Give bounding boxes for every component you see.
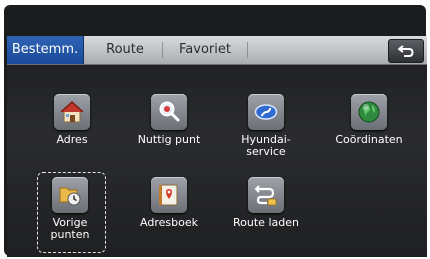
menu-item-label: Adresboek xyxy=(140,216,198,229)
menu-item-adresboek[interactable]: Adresboek xyxy=(124,177,214,237)
tab-route[interactable]: Route xyxy=(89,36,161,64)
tab-favoriet[interactable]: Favoriet xyxy=(165,36,245,64)
globe-icon xyxy=(351,94,387,130)
hyundai-logo-icon xyxy=(248,94,284,130)
navigation-screen: Bestemm. Route Favoriet Adres Nuttig pun… xyxy=(7,36,427,257)
menu-item-route-laden[interactable]: Route laden xyxy=(221,177,311,237)
house-icon xyxy=(54,94,90,130)
menu-item-adres[interactable]: Adres xyxy=(27,94,117,154)
address-book-icon xyxy=(151,177,187,213)
menu-item-label: Route laden xyxy=(233,216,299,229)
menu-item-coordinaten[interactable]: Coördinaten xyxy=(324,94,414,154)
route-load-icon xyxy=(248,177,284,213)
menu-item-label: Nuttig punt xyxy=(137,133,201,146)
menu-item-label-line: service xyxy=(246,145,286,158)
tab-bestemm[interactable]: Bestemm. xyxy=(7,36,84,64)
tab-divider xyxy=(162,42,163,58)
tab-divider xyxy=(247,42,248,58)
magnifier-icon xyxy=(151,94,187,130)
menu-item-label: Hyundai- service xyxy=(221,134,311,158)
back-arrow-icon xyxy=(398,45,414,57)
menu-item-nuttig-punt[interactable]: Nuttig punt xyxy=(124,94,214,154)
back-button[interactable] xyxy=(388,39,424,63)
menu-item-vorige-punten[interactable]: Vorige punten xyxy=(25,177,115,249)
menu-item-label: Coördinaten xyxy=(335,133,403,146)
history-folder-icon xyxy=(52,177,88,213)
tab-bar: Bestemm. Route Favoriet xyxy=(7,36,427,65)
menu-item-label: Vorige punten xyxy=(25,217,115,241)
menu-item-hyundai-service[interactable]: Hyundai- service xyxy=(221,94,311,166)
menu-item-label-line: punten xyxy=(50,228,90,241)
menu-item-label: Adres xyxy=(56,133,88,146)
